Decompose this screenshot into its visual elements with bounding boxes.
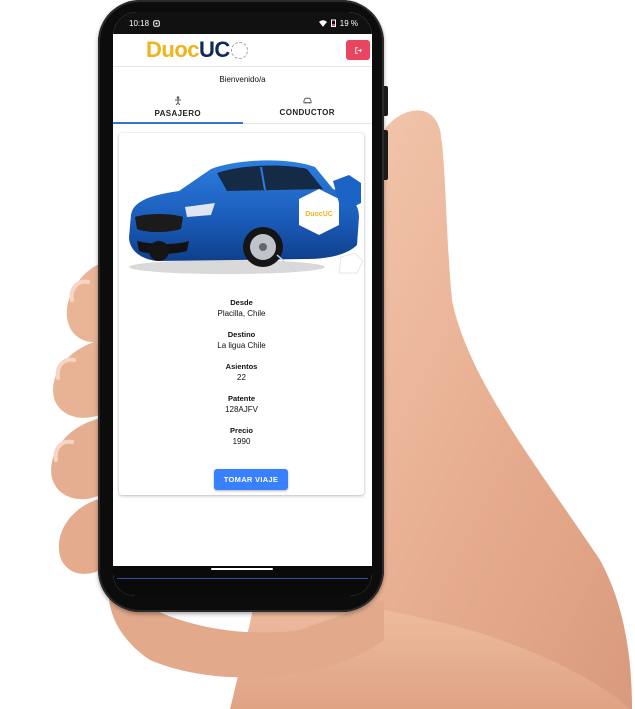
logout-icon (354, 46, 362, 54)
field-label: Asientos (225, 362, 258, 371)
tab-pasajero[interactable]: PASAJERO (113, 91, 243, 124)
status-bar: 10:18 19 % (113, 12, 372, 34)
field-label: Desde (230, 298, 253, 307)
take-trip-button[interactable]: TOMAR VIAJE (214, 469, 288, 490)
wifi-icon (318, 19, 327, 27)
trip-field-patente: Patente 128AJFV (119, 393, 364, 416)
notification-icon (153, 19, 160, 27)
divider (117, 578, 368, 579)
tab-bar: PASAJERO CONDUCTOR (113, 91, 372, 124)
phone-frame: 10:18 19 % Duoc UC Bienvenido/a PASAJERO… (98, 0, 388, 612)
duoc-logo: Duoc UC (146, 37, 248, 63)
app-header: Duoc UC (113, 34, 372, 67)
car-icon (303, 97, 312, 106)
field-label: Destino (227, 330, 256, 339)
logo-duoc-text: Duoc (146, 37, 200, 62)
trip-field-precio: Precio 1990 (119, 425, 364, 448)
logout-button[interactable] (346, 40, 370, 60)
trip-card: DuocUC Desde Placilla, Chile Destino La … (119, 133, 364, 495)
tab-conductor[interactable]: CONDUCTOR (243, 91, 373, 123)
home-indicator[interactable] (211, 568, 273, 570)
power-button (384, 130, 388, 180)
welcome-text: Bienvenido/a (219, 75, 266, 84)
seal-icon (230, 41, 248, 59)
car-badge-text: DuocUC (305, 211, 333, 218)
field-value: 1990 (232, 437, 251, 446)
logo-uc-text: UC (199, 37, 230, 62)
field-value: La ligua Chile (217, 341, 266, 350)
battery-icon (330, 19, 336, 27)
trip-field-desde: Desde Placilla, Chile (119, 297, 364, 320)
battery-level: 19 % (339, 18, 358, 28)
status-time: 10:18 (129, 18, 150, 28)
person-icon (174, 96, 182, 107)
field-label: Precio (230, 426, 253, 435)
field-label: Patente (227, 394, 256, 403)
field-value: 128AJFV (225, 405, 258, 414)
app-screen: 10:18 19 % Duoc UC Bienvenido/a PASAJERO… (113, 12, 372, 596)
car-image: DuocUC (129, 160, 364, 274)
volume-button (384, 86, 388, 116)
field-value: Placilla, Chile (217, 309, 266, 318)
trip-details: Desde Placilla, Chile Destino La ligua C… (119, 297, 364, 457)
tab-conductor-label: CONDUCTOR (279, 108, 335, 117)
system-nav-bar (113, 566, 372, 596)
trip-field-destino: Destino La ligua Chile (119, 329, 364, 352)
trip-field-asientos: Asientos 22 (119, 361, 364, 384)
tab-pasajero-label: PASAJERO (154, 109, 202, 118)
field-value: 22 (237, 373, 246, 382)
